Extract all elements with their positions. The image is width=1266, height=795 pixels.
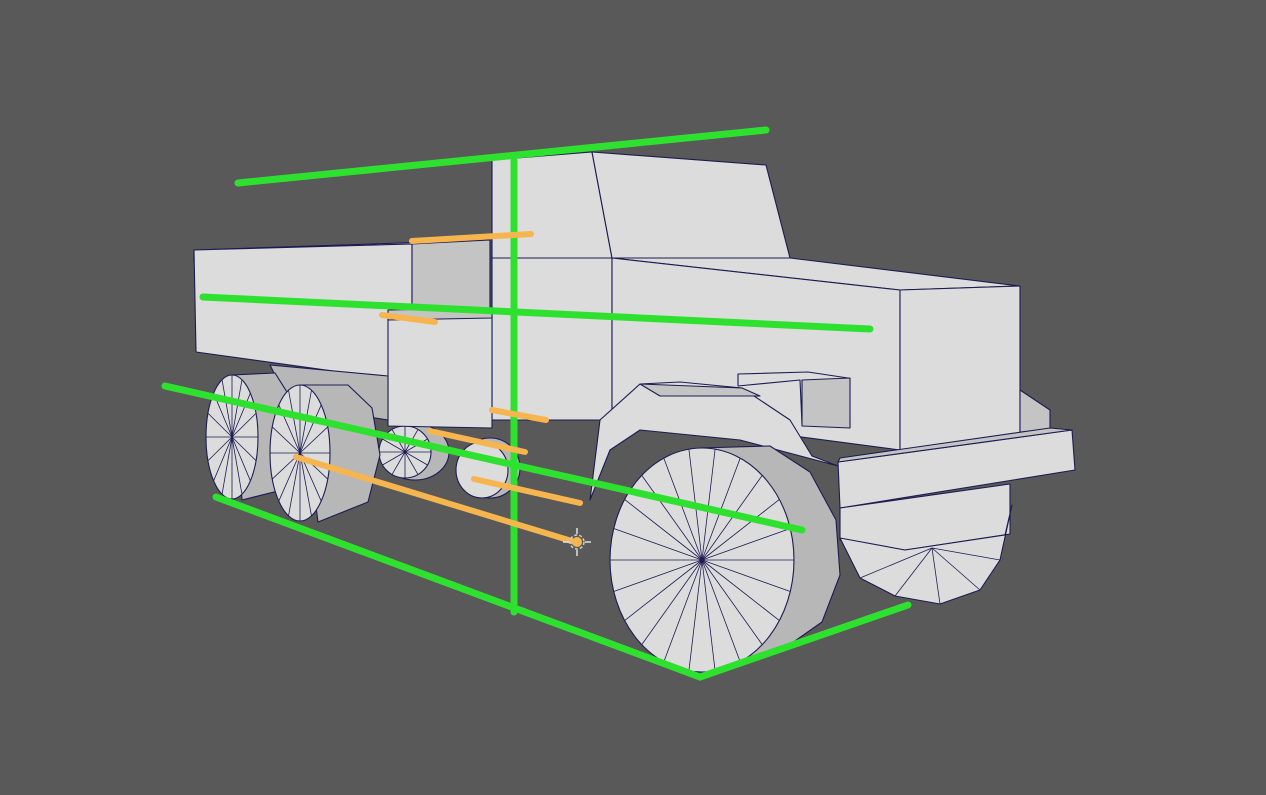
viewport-canvas[interactable] <box>0 0 1266 795</box>
3d-cursor-icon[interactable] <box>563 528 591 556</box>
3d-viewport[interactable] <box>0 0 1266 795</box>
step-box <box>387 307 493 429</box>
rear-wheel-2 <box>269 384 381 523</box>
truck-model[interactable] <box>193 151 1076 673</box>
